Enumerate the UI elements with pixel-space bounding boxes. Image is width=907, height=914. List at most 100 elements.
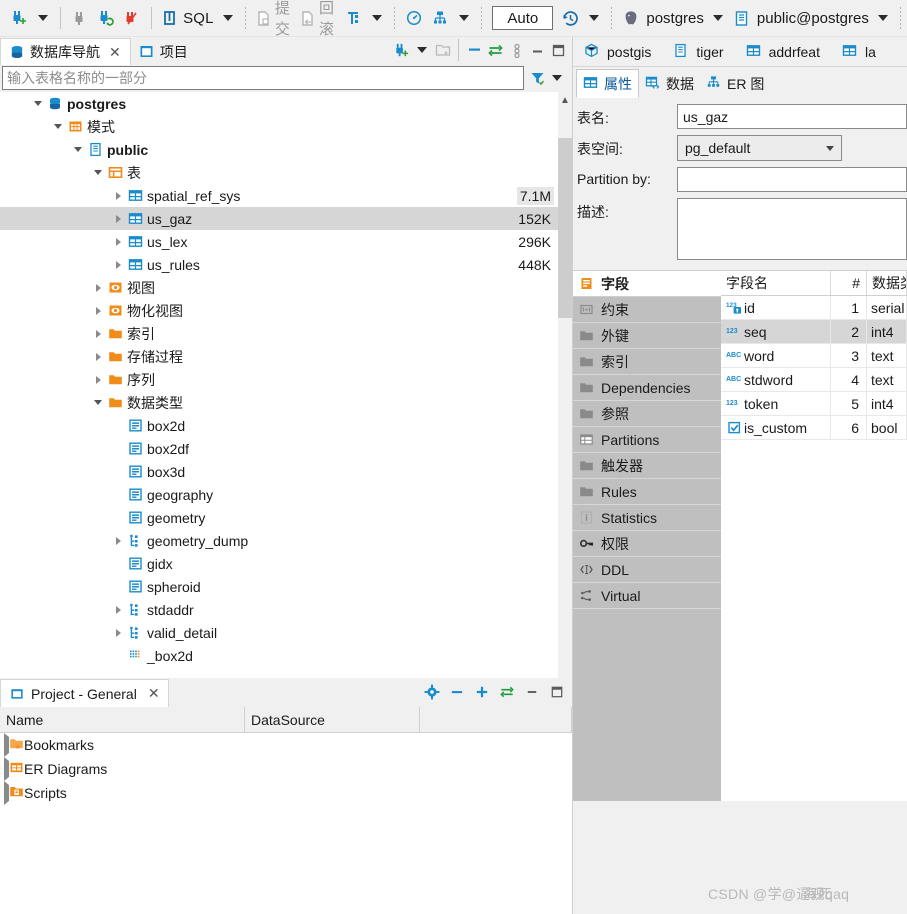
filter-dropdown-icon[interactable] [552, 75, 562, 81]
new-connection-icon[interactable] [392, 39, 411, 61]
project-row-Scripts[interactable]: Scripts [0, 781, 572, 805]
grid-row-seq[interactable]: 123 seq 2 int4 [721, 320, 907, 344]
grid-cell-name[interactable]: is_custom [721, 416, 831, 439]
tree-item-geography[interactable]: geography [0, 483, 558, 506]
tree-scrollbar[interactable]: ▲ ▼ [558, 92, 572, 706]
new-connection-dropdown[interactable] [38, 15, 48, 21]
expand-arrow-icon[interactable] [110, 625, 126, 641]
minimize-icon[interactable] [528, 39, 547, 61]
grid-cell-datatype[interactable]: int4 [867, 392, 907, 415]
commit-button[interactable]: 提交 [252, 0, 296, 38]
grid-cell-number[interactable]: 5 [831, 392, 867, 415]
prop-nav-Dependencies[interactable]: Dependencies [573, 375, 721, 401]
columns-grid[interactable]: 字段名 # 数据类型 123id1serial123seq2int4ABCwor… [721, 271, 907, 801]
expand-arrow-icon[interactable] [90, 303, 106, 319]
view-menu-icon[interactable] [507, 39, 526, 61]
scroll-up-icon[interactable]: ▲ [558, 92, 572, 108]
database-tree[interactable]: postgres 模式 public 表 spatial_ref_sys 7.1M us_g… [0, 92, 558, 706]
grid-row-token[interactable]: 123 token 5 int4 [721, 392, 907, 416]
prop-nav-触发器[interactable]: 触发器 [573, 453, 721, 479]
chevron-down-icon[interactable] [417, 47, 427, 53]
grid-cell-name[interactable]: ABC stdword [721, 368, 831, 391]
tree-item-视图[interactable]: 视图 [0, 276, 558, 299]
auto-commit-selector[interactable]: Auto [492, 6, 554, 30]
grid-cell-number[interactable]: 1 [831, 296, 867, 319]
prop-nav-约束[interactable]: 约束 [573, 297, 721, 323]
partition-by-input[interactable] [677, 167, 907, 192]
grid-cell-name[interactable]: 123 seq [721, 320, 831, 343]
minimize-icon[interactable] [447, 682, 467, 702]
tab-project-general[interactable]: Project - General ✕ [0, 679, 169, 707]
tree-item-stdaddr[interactable]: stdaddr [0, 598, 558, 621]
tablespace-select[interactable]: pg_default [677, 135, 842, 161]
tree-item-数据类型[interactable]: 数据类型 [0, 391, 558, 414]
grid-cell-number[interactable]: 2 [831, 320, 867, 343]
prop-nav-参照[interactable]: 参照 [573, 401, 721, 427]
disconnect-all-button[interactable] [119, 5, 145, 31]
grid-cell-number[interactable]: 4 [831, 368, 867, 391]
collapse-arrow-icon[interactable] [90, 395, 106, 411]
tree-item-box2d[interactable]: box2d [0, 414, 558, 437]
expand-arrow-icon[interactable] [110, 257, 126, 273]
grid-cell-name[interactable]: 123 id [721, 296, 831, 319]
grid-cell-datatype[interactable]: text [867, 344, 907, 367]
tree-item-geometry[interactable]: geometry [0, 506, 558, 529]
grid-col-number[interactable]: # [831, 271, 867, 295]
maximize-panel-icon[interactable] [547, 682, 567, 702]
schema-selector[interactable]: public@postgres [729, 5, 872, 31]
collapse-all-icon[interactable] [465, 39, 484, 61]
project-table-body[interactable]: Bookmarks ER Diagrams Scripts [0, 733, 572, 914]
tree-item-索引[interactable]: 索引 [0, 322, 558, 345]
prop-nav-Rules[interactable]: Rules [573, 479, 721, 505]
tree-item-表[interactable]: 表 [0, 161, 558, 184]
expand-arrow-icon[interactable] [110, 188, 126, 204]
disconnect-button[interactable] [67, 5, 93, 31]
table-filter-input[interactable]: 输入表格名称的一部分 [2, 66, 524, 90]
grid-cell-datatype[interactable]: text [867, 368, 907, 391]
grid-cell-datatype[interactable]: int4 [867, 320, 907, 343]
connection-dropdown[interactable] [712, 15, 723, 21]
tree-item-box2df[interactable]: box2df [0, 437, 558, 460]
tree-item-geometry_dump[interactable]: geometry_dump [0, 529, 558, 552]
grid-cell-name[interactable]: ABC word [721, 344, 831, 367]
grid-col-datatype[interactable]: 数据类型 [867, 271, 907, 295]
description-textarea[interactable] [677, 198, 907, 260]
scrollbar-thumb[interactable] [558, 138, 572, 318]
tree-item-valid_detail[interactable]: valid_detail [0, 621, 558, 644]
tree-item-spatial_ref_sys[interactable]: spatial_ref_sys 7.1M [0, 184, 558, 207]
refresh-connection-button[interactable] [93, 5, 119, 31]
editor-tab-la[interactable]: la [830, 38, 887, 66]
expand-arrow-icon[interactable] [110, 602, 126, 618]
gear-icon[interactable] [422, 682, 442, 702]
tree-item-物化视图[interactable]: 物化视图 [0, 299, 558, 322]
editor-subtab-ER 图[interactable]: ER 图 [700, 69, 771, 98]
sql-editor-button[interactable]: SQL [157, 5, 217, 31]
transaction-log-button[interactable] [557, 5, 583, 31]
editor-tab-postgis[interactable]: postgis [573, 38, 663, 66]
tree-item-box3d[interactable]: box3d [0, 460, 558, 483]
prop-nav-外键[interactable]: 外键 [573, 323, 721, 349]
dashboard-button[interactable] [401, 5, 427, 31]
grid-row-id[interactable]: 123 id 1 serial [721, 296, 907, 320]
transaction-log-dropdown[interactable] [589, 15, 600, 21]
er-diagram-dropdown[interactable] [459, 15, 470, 21]
collapse-arrow-icon[interactable] [90, 165, 106, 181]
tab-database-navigator[interactable]: 数据库导航 ✕ [0, 38, 131, 65]
collapse-arrow-icon[interactable] [50, 119, 66, 135]
rollback-button[interactable]: 回滚 [296, 0, 340, 38]
project-row-Bookmarks[interactable]: Bookmarks [0, 733, 572, 757]
new-connection-button[interactable] [6, 5, 32, 31]
expand-arrow-icon[interactable] [110, 211, 126, 227]
editor-tab-addrfeat[interactable]: addrfeat [734, 38, 831, 66]
tree-item-us_gaz[interactable]: us_gaz 152K [0, 207, 558, 230]
expand-arrow-icon[interactable] [90, 349, 106, 365]
tree-item-_box2d[interactable]: _box2d [0, 644, 558, 667]
prop-nav-Virtual[interactable]: Virtual [573, 583, 721, 609]
transaction-mode-button[interactable] [340, 5, 366, 31]
filter-icon[interactable] [527, 68, 547, 88]
tree-item-gidx[interactable]: gidx [0, 552, 558, 575]
link-editor-icon[interactable] [486, 39, 505, 61]
expand-arrow-icon[interactable] [110, 234, 126, 250]
expand-arrow-icon[interactable] [90, 372, 106, 388]
prop-nav-索引[interactable]: 索引 [573, 349, 721, 375]
